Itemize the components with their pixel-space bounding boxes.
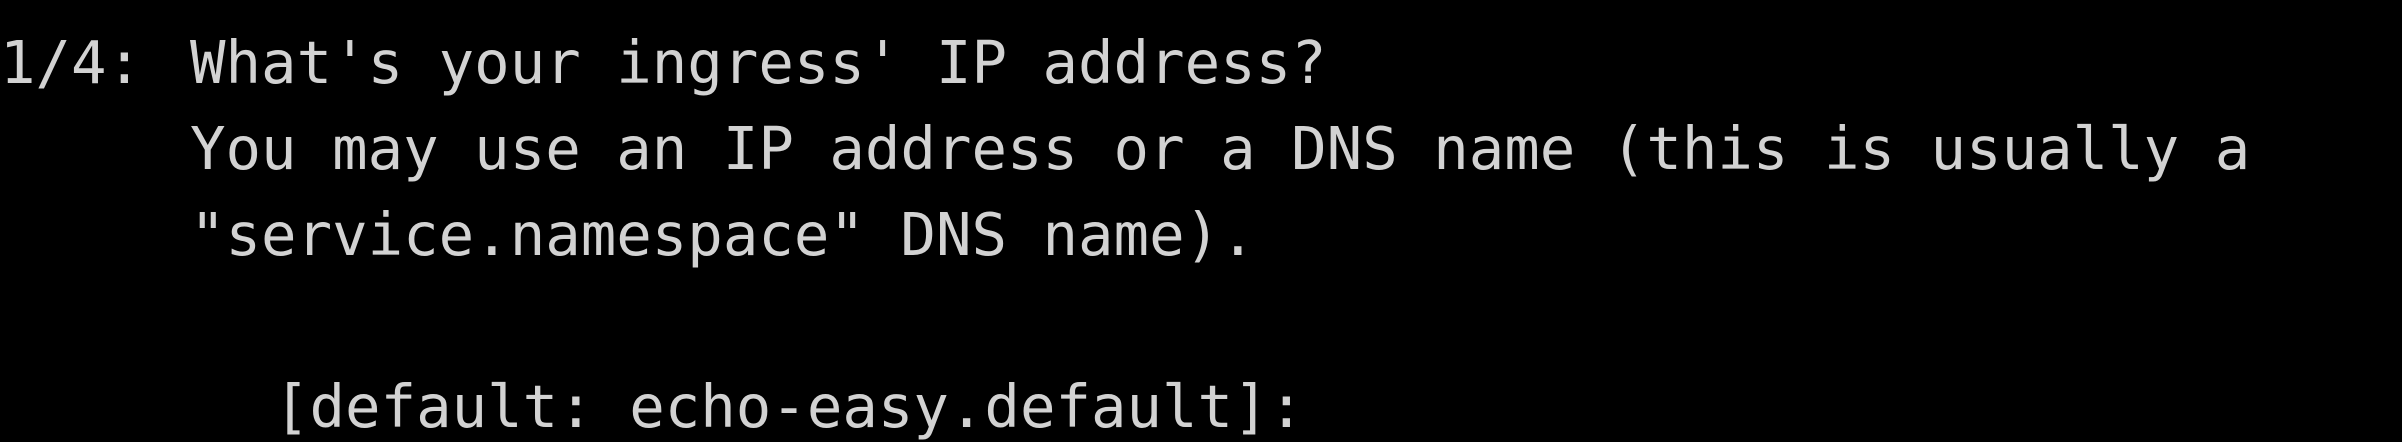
question-text: What's your ingress' IP address? xyxy=(190,28,1327,97)
step-counter: 1/4: xyxy=(0,28,143,97)
help-text-line-2: "service.namespace" DNS name). xyxy=(190,200,1256,269)
default-value-prompt[interactable]: [default: echo-easy.default]: xyxy=(274,364,1304,442)
terminal-window[interactable]: 1/4: What's your ingress' IP address? You… xyxy=(0,0,2402,442)
help-text-line-1: You may use an IP address or a DNS name … xyxy=(190,114,2251,183)
question-line: 1/4: What's your ingress' IP address? xyxy=(0,20,1327,106)
